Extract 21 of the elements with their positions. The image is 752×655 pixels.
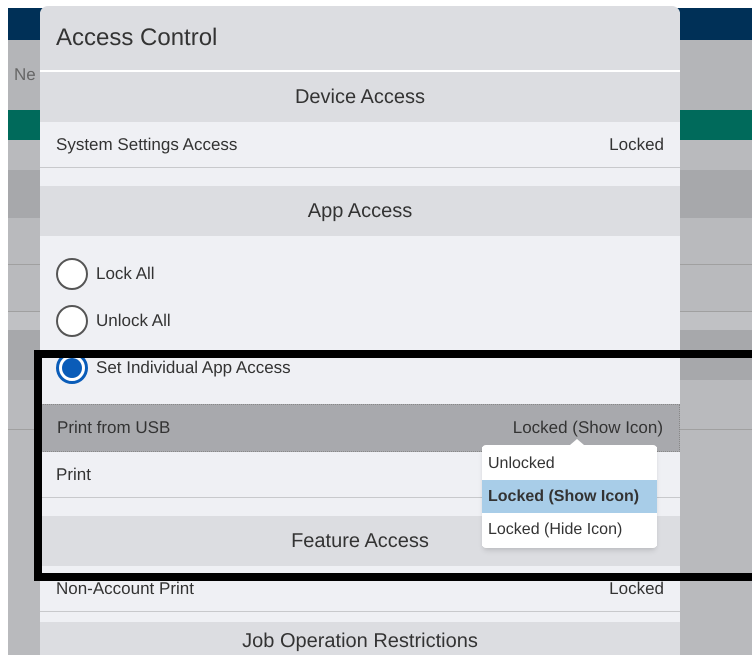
setting-value: Locked (Show Icon)	[512, 419, 663, 437]
radio-label: Unlock All	[96, 310, 171, 332]
radio-label: Lock All	[96, 262, 155, 285]
radio-label: Set Individual App Access	[96, 356, 291, 379]
setting-label: System Settings Access	[56, 136, 238, 154]
section-header: Device Access	[40, 72, 680, 122]
radio-button[interactable]	[56, 258, 88, 290]
dialog-title: Access Control	[56, 23, 218, 53]
setting-label: Print from USB	[57, 419, 170, 437]
dropdown-option[interactable]: Locked (Hide Icon)	[482, 513, 657, 546]
setting-label: Print	[56, 466, 91, 484]
setting-label: Non-Account Print	[56, 580, 194, 598]
setting-value: Locked	[609, 580, 664, 598]
section-header: Job Operation Restrictions	[40, 622, 680, 655]
radio-button[interactable]	[56, 304, 88, 336]
section-header: App Access	[40, 186, 680, 236]
page-text: Ne	[14, 64, 36, 86]
setting-value: Locked	[609, 136, 664, 154]
dropdown-option[interactable]: Locked (Show Icon)	[482, 480, 657, 513]
dropdown-option[interactable]: Unlocked	[482, 447, 657, 480]
setting-row[interactable]: Print from USB Locked (Show Icon)	[40, 404, 680, 452]
